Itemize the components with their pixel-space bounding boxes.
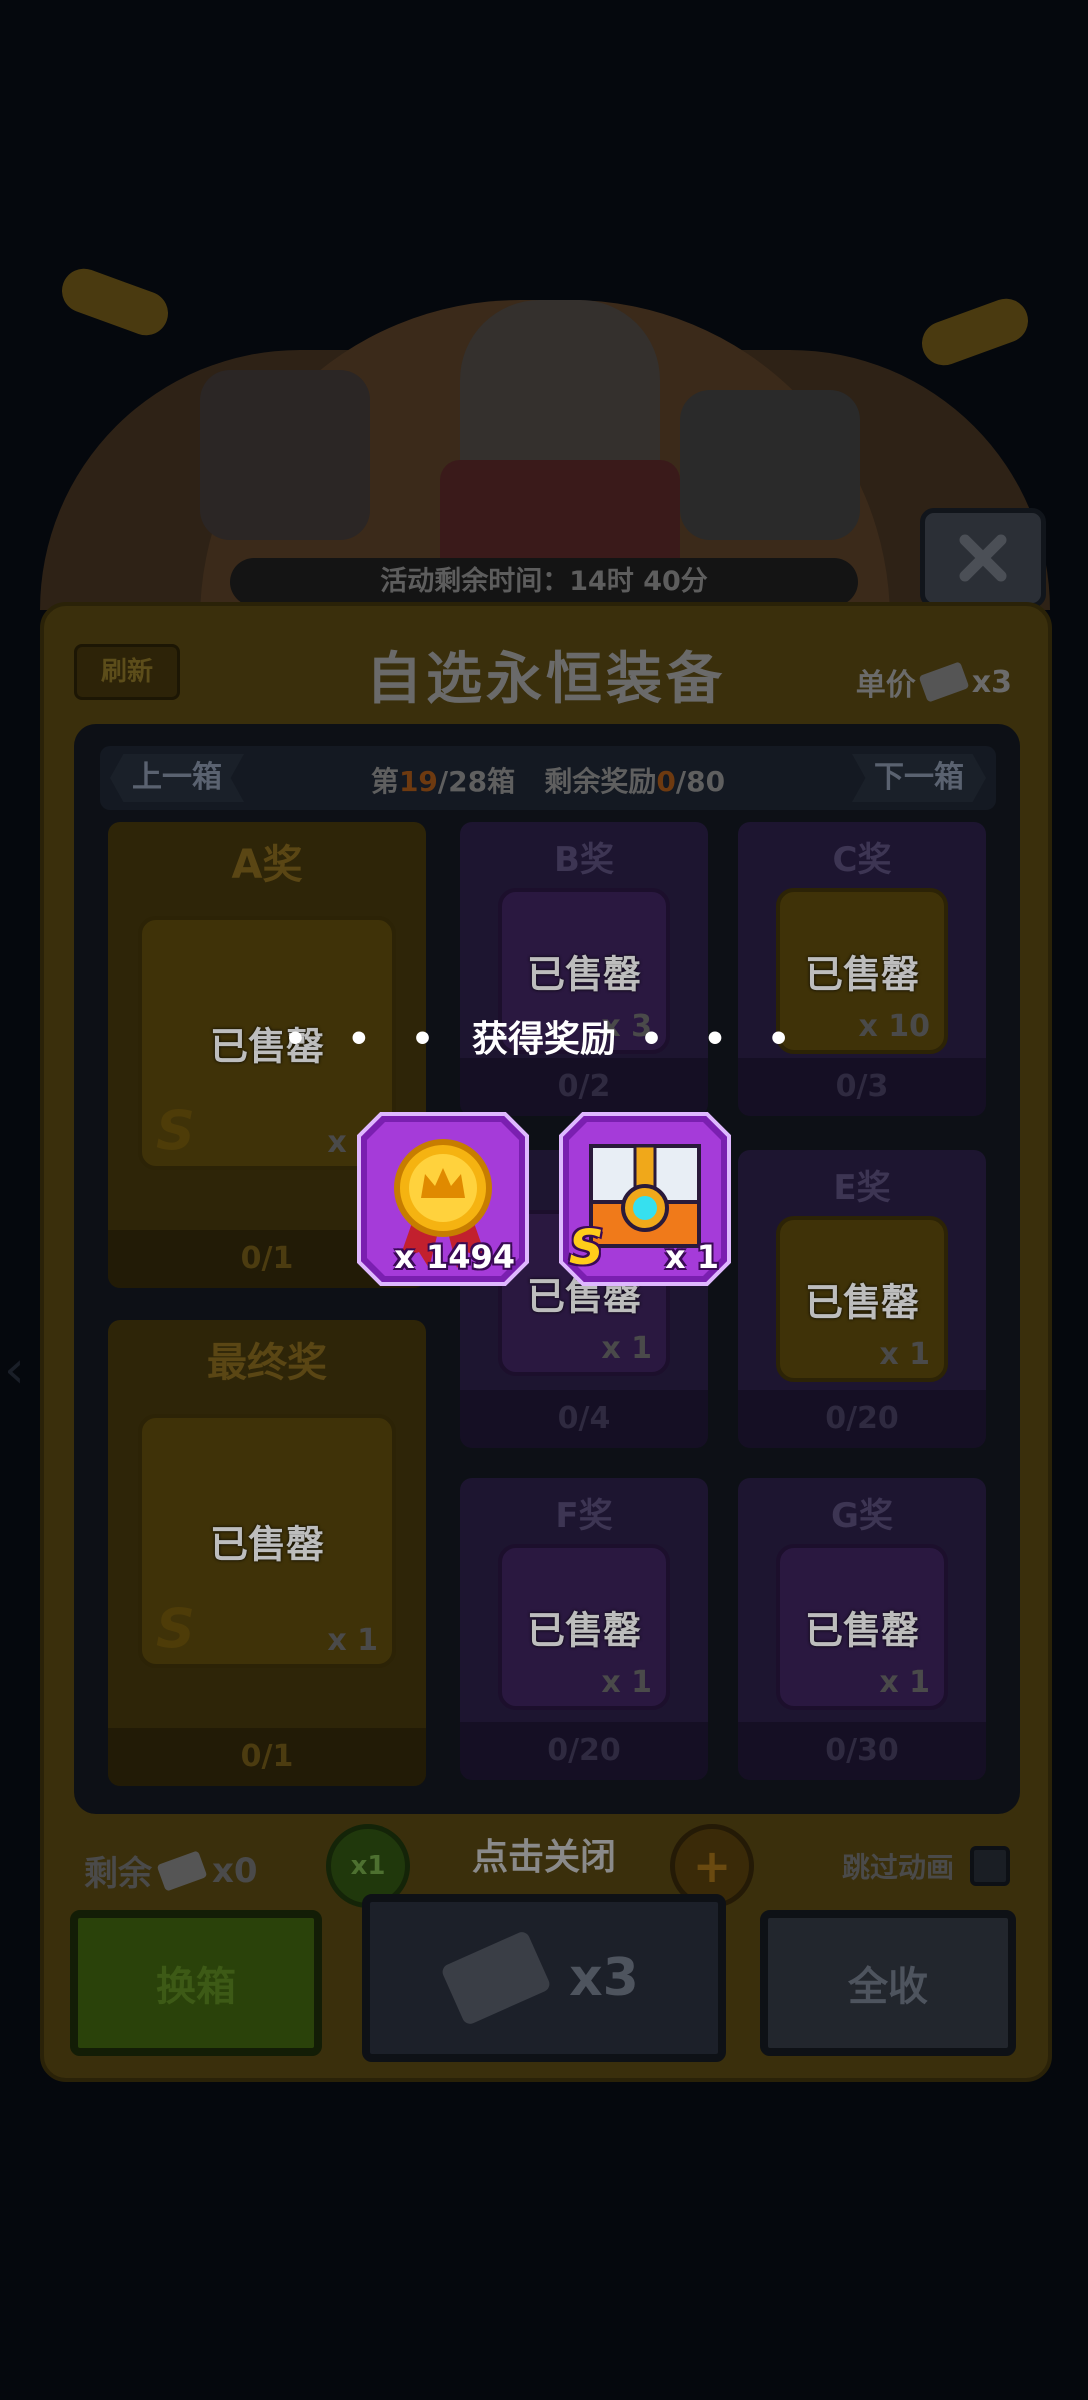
prize-item: S 已售罄 x 1 bbox=[138, 1414, 396, 1668]
ticket-icon bbox=[918, 661, 970, 703]
prize-qty: x 1 bbox=[601, 1665, 652, 1700]
reward-prefix: 剩余奖励 bbox=[544, 765, 657, 798]
character-princess bbox=[200, 370, 370, 540]
prize-title: F奖 bbox=[555, 1496, 613, 1536]
prize-card-b[interactable]: B奖 已售罄 x 3 0/2 bbox=[460, 822, 708, 1116]
prize-count: 0/2 bbox=[460, 1058, 708, 1116]
prize-qty: x 1 bbox=[879, 1665, 930, 1700]
swap-box-button[interactable]: 换箱 bbox=[70, 1910, 322, 2056]
draw-qty: x3 bbox=[569, 1948, 639, 2008]
reward-current: 0 bbox=[656, 765, 676, 798]
prize-title: E奖 bbox=[833, 1168, 891, 1208]
title-dots-left: • • • bbox=[283, 1019, 448, 1060]
grade-label: S bbox=[569, 1220, 604, 1276]
prize-card-e[interactable]: E奖 已售罄 x 1 0/20 bbox=[738, 1150, 986, 1448]
reward-popup-title: • • • 获得奖励 • • • bbox=[0, 1010, 1088, 1062]
coin-decoration bbox=[915, 292, 1035, 372]
prize-item: 已售罄 x 1 bbox=[498, 1544, 670, 1710]
prize-title: B奖 bbox=[554, 840, 614, 880]
close-icon bbox=[959, 534, 1007, 582]
prize-card-f[interactable]: F奖 已售罄 x 1 0/20 bbox=[460, 1478, 708, 1780]
prize-board: 上一箱 第19/28箱 剩余奖励0/80 下一箱 A奖 S 已售罄 x 1 0/… bbox=[74, 724, 1020, 1814]
character-robot bbox=[680, 390, 860, 540]
prize-qty: x 1 bbox=[879, 1337, 930, 1372]
reward-qty: x 1 bbox=[664, 1238, 719, 1276]
prize-count: 0/20 bbox=[460, 1722, 708, 1780]
prize-qty: x 1 bbox=[601, 1331, 652, 1366]
soldout-label: 已售罄 bbox=[526, 952, 641, 997]
prize-count: 0/1 bbox=[108, 1728, 426, 1786]
unit-price-label: 单价 bbox=[855, 668, 916, 703]
reward-item-medal: x 1494 bbox=[355, 1110, 531, 1288]
prize-card-final[interactable]: 最终奖 S 已售罄 x 1 0/1 bbox=[108, 1320, 426, 1786]
game-screen: 活动剩余时间：14时 40分 ‹ 刷新 自选永恒装备 单价 x3 上一箱 第19… bbox=[0, 0, 1088, 2400]
reward-suffix: /80 bbox=[675, 765, 726, 798]
unit-price-qty: x3 bbox=[971, 664, 1012, 700]
next-box-button[interactable]: 下一箱 bbox=[852, 754, 986, 802]
prize-count: 0/4 bbox=[460, 1390, 708, 1448]
reward-item-chest: S x 1 bbox=[557, 1110, 733, 1288]
prize-item: 已售罄 x 1 bbox=[776, 1544, 948, 1710]
prize-count: 0/3 bbox=[738, 1058, 986, 1116]
soldout-label: 已售罄 bbox=[526, 1608, 641, 1653]
prize-item: 已售罄 x 1 bbox=[776, 1216, 948, 1382]
skip-animation-checkbox[interactable] bbox=[970, 1846, 1010, 1886]
prize-qty: x 1 bbox=[327, 1623, 378, 1658]
event-timer: 活动剩余时间：14时 40分 bbox=[230, 558, 858, 606]
close-button[interactable] bbox=[920, 508, 1046, 608]
box-prefix: 第 bbox=[370, 765, 399, 798]
prize-title: G奖 bbox=[831, 1496, 893, 1536]
grade-label: S bbox=[156, 1099, 195, 1162]
soldout-label: 已售罄 bbox=[804, 1280, 919, 1325]
soldout-label: 已售罄 bbox=[209, 1522, 324, 1567]
skip-animation-toggle[interactable]: 跳过动画 bbox=[842, 1846, 1010, 1886]
prize-title: C奖 bbox=[832, 840, 892, 880]
ticket-icon bbox=[440, 1929, 553, 2027]
prize-title: 最终奖 bbox=[207, 1340, 327, 1386]
unit-price: 单价 x3 bbox=[856, 660, 1012, 704]
prize-count: 0/30 bbox=[738, 1722, 986, 1780]
soldout-label: 已售罄 bbox=[804, 1608, 919, 1653]
coin-decoration bbox=[55, 262, 175, 342]
collect-all-button[interactable]: 全收 bbox=[760, 1910, 1016, 2056]
box-navigation: 上一箱 第19/28箱 剩余奖励0/80 下一箱 bbox=[100, 746, 996, 810]
prize-card-c[interactable]: C奖 已售罄 x 10 0/3 bbox=[738, 822, 986, 1116]
skip-animation-label: 跳过动画 bbox=[841, 1851, 954, 1884]
title-dots-right: • • • bbox=[640, 1019, 805, 1060]
prize-card-g[interactable]: G奖 已售罄 x 1 0/30 bbox=[738, 1478, 986, 1780]
left-arrow-icon: ‹ bbox=[4, 1340, 25, 1400]
reward-title-text: 获得奖励 bbox=[471, 1019, 616, 1060]
event-banner bbox=[40, 230, 1050, 620]
reward-qty: x 1494 bbox=[394, 1238, 515, 1276]
box-current: 19 bbox=[398, 765, 438, 798]
prize-title: A奖 bbox=[231, 842, 303, 888]
draw-button[interactable]: x3 bbox=[362, 1894, 726, 2062]
grade-label: S bbox=[156, 1597, 195, 1660]
prize-count: 0/20 bbox=[738, 1390, 986, 1448]
soldout-label: 已售罄 bbox=[804, 952, 919, 997]
box-suffix: /28箱 bbox=[437, 765, 516, 798]
